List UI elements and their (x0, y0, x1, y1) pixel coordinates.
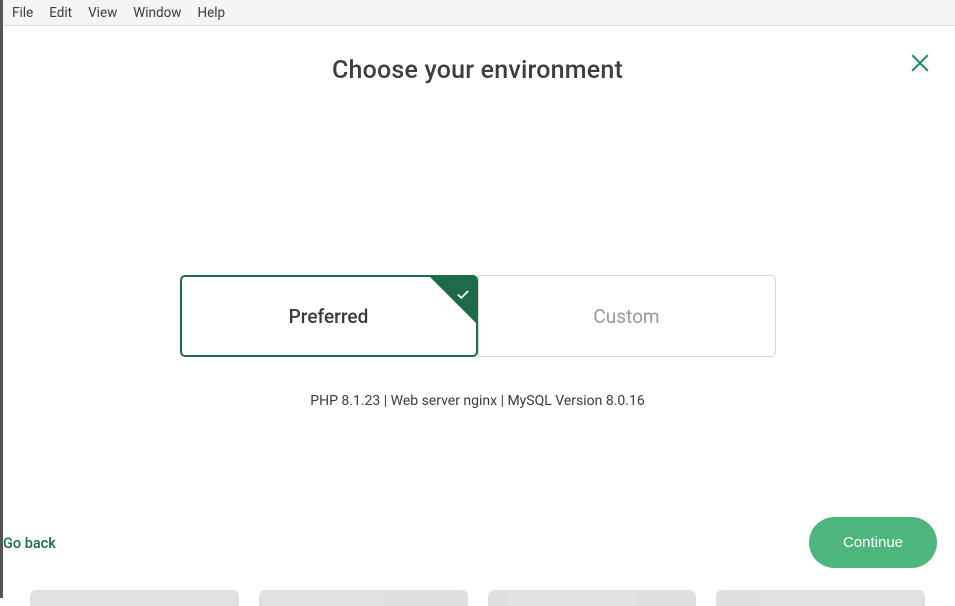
option-preferred[interactable]: Preferred (180, 275, 478, 357)
option-custom-label: Custom (593, 305, 659, 328)
go-back-link[interactable]: Go back (3, 535, 56, 552)
bottom-decoration (0, 590, 955, 606)
environment-details: PHP 8.1.23 | Web server nginx | MySQL Ve… (0, 393, 955, 409)
close-icon[interactable] (909, 52, 931, 74)
menu-help[interactable]: Help (189, 2, 233, 24)
environment-options: Preferred Custom (0, 275, 955, 357)
option-custom[interactable]: Custom (478, 275, 776, 357)
option-preferred-label: Preferred (289, 305, 369, 328)
menu-file[interactable]: File (4, 2, 41, 24)
menubar: File Edit View Window Help (0, 0, 955, 26)
menu-edit[interactable]: Edit (41, 2, 80, 24)
continue-button[interactable]: Continue (809, 517, 937, 568)
menu-window[interactable]: Window (125, 2, 189, 24)
page-title: Choose your environment (0, 56, 955, 85)
check-icon (456, 284, 470, 298)
main-content: Choose your environment Preferred Custom… (0, 26, 955, 598)
menu-view[interactable]: View (80, 2, 125, 24)
